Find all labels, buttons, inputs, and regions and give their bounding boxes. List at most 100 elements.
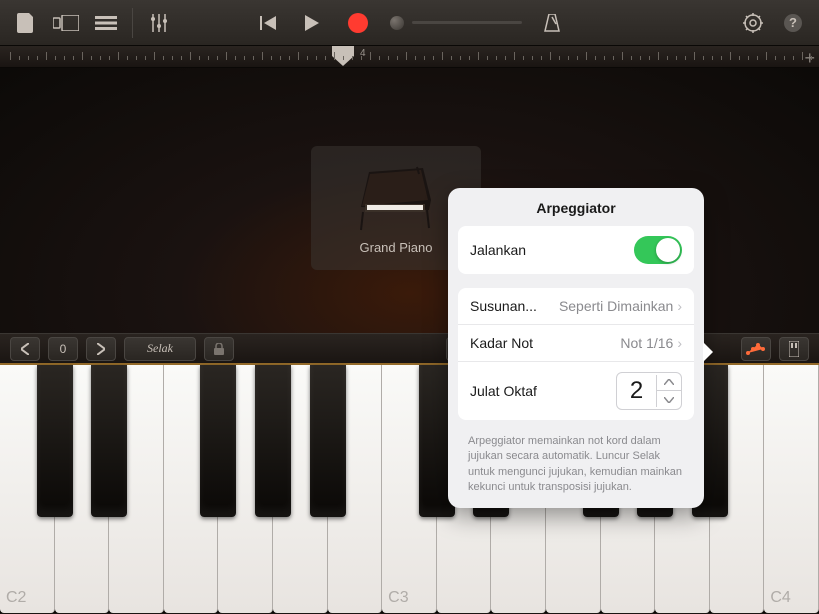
ruler-tick [271,56,272,60]
octave-down-button[interactable] [10,337,40,361]
volume-track[interactable] [412,21,522,24]
black-key[interactable] [255,365,291,517]
ruler-tick [622,52,623,60]
record-button[interactable] [348,13,368,33]
black-key[interactable] [200,365,236,517]
ruler-tick [145,56,146,60]
ruler-tick [703,56,704,60]
ruler-tick [505,56,506,60]
ruler-tick [694,52,695,60]
settings-gear-icon[interactable] [739,9,767,37]
stepper-down-icon[interactable] [657,391,681,409]
key-label: C2 [6,589,26,607]
add-marker-icon[interactable]: + [804,48,815,69]
ruler-tick [280,56,281,60]
ruler-tick [406,52,407,60]
ruler-tick [289,56,290,60]
ruler-tick [298,52,299,60]
ruler-tick [523,56,524,60]
help-icon[interactable]: ? [779,9,807,37]
ruler-tick [658,52,659,60]
black-key[interactable] [91,365,127,517]
master-volume[interactable] [390,16,522,30]
ruler-tick [469,56,470,60]
popover-description: Arpeggiator memainkan not kord dalam juj… [448,434,704,496]
ruler-tick [757,56,758,60]
octave-up-button[interactable] [86,337,116,361]
ruler-tick [235,56,236,60]
ruler-tick [379,56,380,60]
ruler-tick [262,52,263,60]
rewind-icon[interactable] [254,9,282,37]
tracks-icon[interactable] [92,9,120,37]
ruler-tick [55,56,56,60]
popover-title: Arpeggiator [448,188,704,226]
ruler-tick [316,56,317,60]
order-value: Seperti Dimainkan [559,298,673,314]
ruler-tick [244,56,245,60]
arpeggiator-button[interactable] [741,337,771,361]
stepper-up-icon[interactable] [657,373,681,391]
ruler-tick [685,56,686,60]
ruler-tick [613,56,614,60]
my-songs-icon[interactable] [12,9,40,37]
ruler-tick [253,56,254,60]
ruler-tick [370,52,371,60]
ruler-tick [424,56,425,60]
ruler-tick [739,56,740,60]
order-row[interactable]: Susunan... Seperti Dimainkan › [458,288,694,325]
ruler-tick [550,52,551,60]
chevron-right-icon: › [677,335,682,351]
piano-icon [351,162,441,232]
ruler-tick [64,56,65,60]
metronome-icon[interactable] [538,9,566,37]
ruler-tick [37,56,38,60]
volume-knob[interactable] [390,16,404,30]
ruler-tick [208,56,209,60]
black-key[interactable] [310,365,346,517]
browser-icon[interactable] [52,9,80,37]
ruler-tick [172,56,173,60]
keyboard-layout-icon[interactable] [779,337,809,361]
popover-run-section: Jalankan [458,226,694,274]
ruler-tick [541,56,542,60]
ruler-tick [676,56,677,60]
ruler-tick [721,56,722,60]
ruler-tick [226,52,227,60]
ruler-tick [766,52,767,60]
run-toggle[interactable] [634,236,682,264]
ruler-tick [649,56,650,60]
rate-row[interactable]: Kadar Not Not 1/16 › [458,325,694,362]
run-row: Jalankan [458,226,694,274]
ruler-tick [397,56,398,60]
key-label: C3 [388,589,408,607]
ruler-tick [784,56,785,60]
ruler-tick [496,56,497,60]
black-key[interactable] [37,365,73,517]
ruler[interactable]: 4 + [0,46,819,68]
ruler-tick [46,52,47,60]
sustain-lock-icon[interactable] [204,337,234,361]
ruler-tick [136,56,137,60]
ruler-tick [91,56,92,60]
ruler-tick [109,56,110,60]
mixer-icon[interactable] [145,9,173,37]
ruler-tick [559,56,560,60]
ruler-tick [433,56,434,60]
ruler-tick [343,56,344,60]
ruler-tick [307,56,308,60]
popover-arrow-icon [703,342,713,362]
play-icon[interactable] [298,9,326,37]
ruler-tick [451,56,452,60]
ruler-tick [802,52,803,60]
white-key[interactable]: C4 [764,365,819,613]
ruler-tick [352,56,353,60]
ruler-tick [181,56,182,60]
arpeggiator-popover: Arpeggiator Jalankan Susunan... Seperti … [448,188,704,508]
selak-button[interactable]: Selak [124,337,196,361]
ruler-tick [568,56,569,60]
ruler-tick [154,52,155,60]
transport-controls [254,9,566,37]
ruler-tick [811,56,812,60]
rate-value: Not 1/16 [620,335,673,351]
